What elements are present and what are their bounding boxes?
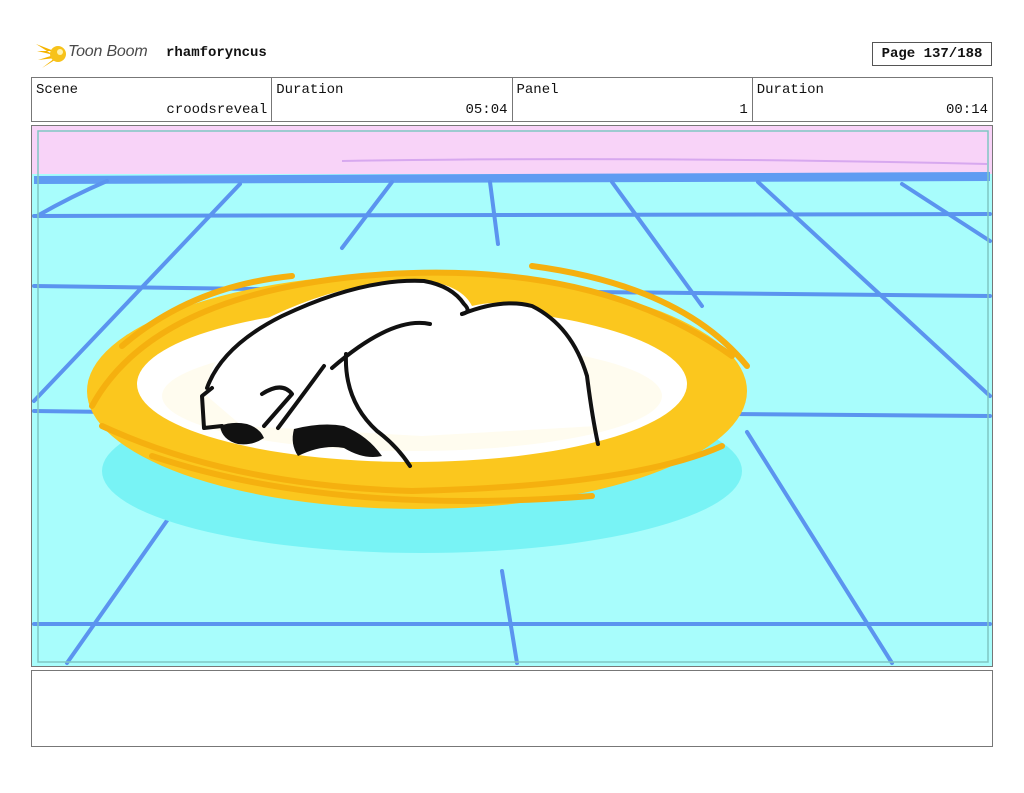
toon-boom-logo: Toon Boom — [34, 38, 164, 70]
comet-logo-icon — [36, 44, 66, 68]
page-indicator: Page 137/188 — [872, 42, 992, 66]
panel-label: Panel — [516, 82, 559, 98]
logo-text: Toon Boom — [68, 43, 148, 60]
storyboard-panel-image — [31, 125, 993, 667]
scene-cell: Scene croodsreveal — [32, 78, 273, 121]
panel-drawing — [32, 126, 992, 666]
panel-duration-label: Duration — [756, 82, 824, 98]
scene-label: Scene — [36, 82, 79, 98]
panel-info-table: Scene croodsreveal Duration 05:04 Panel … — [31, 77, 993, 122]
project-name: rhamforyncus — [166, 45, 267, 61]
scene-duration-cell: Duration 05:04 — [272, 78, 513, 121]
scene-value: croodsreveal — [166, 102, 268, 118]
panel-value: 1 — [739, 102, 748, 118]
panel-duration-value: 00:14 — [945, 102, 988, 118]
panel-cell: Panel 1 — [513, 78, 753, 121]
scene-duration-label: Duration — [276, 82, 344, 98]
panel-duration-cell: Duration 00:14 — [753, 78, 992, 121]
scene-duration-value: 05:04 — [465, 102, 508, 118]
panel-notes-box — [31, 670, 993, 747]
